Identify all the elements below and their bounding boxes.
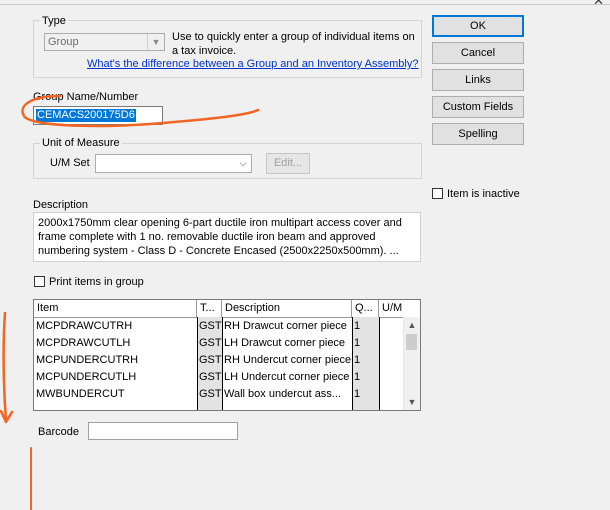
scroll-up-icon[interactable]: ▲ (404, 317, 420, 333)
group-name-label: Group Name/Number (33, 91, 139, 103)
header-um[interactable]: U/M (379, 300, 420, 317)
close-icon[interactable]: ✕ (593, 0, 604, 9)
table-row[interactable]: MCPDRAWCUTLH GST LH Drawcut corner piece… (34, 335, 404, 352)
cell-description: Wall box undercut ass... (224, 388, 341, 400)
um-set-label: U/M Set (50, 157, 90, 169)
type-selected-value: Group (48, 36, 79, 48)
custom-fields-button[interactable]: Custom Fields (432, 96, 524, 118)
description-textarea[interactable]: 2000x1750mm clear opening 6-part ductile… (33, 212, 421, 262)
header-tax[interactable]: T... (197, 300, 222, 317)
cell-um (379, 352, 404, 369)
window-top-edge (0, 0, 610, 5)
cell-description: LH Drawcut corner piece (224, 337, 346, 349)
cell-qty: 1 (354, 320, 361, 332)
cell-tax: GST (199, 354, 222, 366)
cell-item: MCPUNDERCUTRH (36, 354, 139, 366)
item-inactive-label: Item is inactive (447, 188, 520, 200)
cell-tax: GST (199, 337, 222, 349)
um-set-select[interactable]: ⌵ (95, 154, 252, 173)
description-label: Description (33, 199, 89, 211)
cell-item: MCPUNDERCUTLH (36, 371, 137, 383)
table-header: Item T... Description Q... U/M (34, 300, 420, 318)
links-button[interactable]: Links (432, 69, 524, 91)
cell-qty: 1 (354, 371, 361, 383)
group-vs-assembly-link[interactable]: What's the difference between a Group an… (87, 58, 418, 70)
table-row[interactable]: MCPUNDERCUTRH GST RH Undercut corner pie… (34, 352, 404, 369)
spelling-button[interactable]: Spelling (432, 123, 524, 145)
cell-um (379, 318, 404, 335)
table-row[interactable]: MWBUNDERCUT GST Wall box undercut ass...… (34, 386, 404, 403)
cell-item: MWBUNDERCUT (36, 388, 125, 400)
print-items-label: Print items in group (49, 276, 144, 288)
cell-tax: GST (199, 371, 222, 383)
print-items-checkbox[interactable] (34, 276, 45, 287)
cell-tax: GST (199, 320, 222, 332)
cell-description: RH Undercut corner piece (224, 354, 352, 366)
um-edit-button[interactable]: Edit... (266, 153, 310, 174)
unit-of-measure-legend: Unit of Measure (40, 137, 122, 149)
type-legend: Type (40, 15, 68, 27)
cell-qty: 1 (354, 388, 361, 400)
table-row[interactable]: MCPDRAWCUTRH GST RH Drawcut corner piece… (34, 318, 404, 335)
type-help-text: Use to quickly enter a group of individu… (172, 31, 415, 57)
cell-qty: 1 (354, 354, 361, 366)
item-inactive-checkbox[interactable] (432, 188, 443, 199)
table-scrollbar[interactable]: ▲ ▼ (403, 317, 420, 410)
scroll-down-icon[interactable]: ▼ (404, 394, 420, 410)
ok-button[interactable]: OK (432, 15, 524, 37)
table-row[interactable]: MCPUNDERCUTLH GST LH Undercut corner pie… (34, 369, 404, 386)
group-name-value: CEMACS200175D6 (36, 109, 136, 122)
cell-um (379, 335, 404, 352)
header-qty[interactable]: Q... (352, 300, 379, 317)
cell-qty: 1 (354, 337, 361, 349)
barcode-label: Barcode (38, 426, 79, 438)
cell-um (379, 369, 404, 386)
type-select[interactable]: Group ▼ (44, 33, 165, 51)
chevron-down-icon: ▼ (147, 34, 164, 50)
cell-item: MCPDRAWCUTLH (36, 337, 131, 349)
cell-description: LH Undercut corner piece (224, 371, 350, 383)
group-items-table[interactable]: Item T... Description Q... U/M MCPDRAWCU… (33, 299, 421, 411)
barcode-input[interactable] (88, 422, 238, 440)
annotation-arrow-head (0, 409, 14, 424)
header-description[interactable]: Description (222, 300, 352, 317)
cancel-button[interactable]: Cancel (432, 42, 524, 64)
cell-tax: GST (199, 388, 222, 400)
scrollbar-thumb[interactable] (406, 334, 417, 350)
chevron-down-icon: ⌵ (239, 158, 247, 168)
cell-um (379, 386, 404, 403)
annotation-arrow-line (2, 311, 8, 423)
cell-item: MCPDRAWCUTRH (36, 320, 133, 332)
header-item[interactable]: Item (34, 300, 197, 317)
cell-description: RH Drawcut corner piece (224, 320, 347, 332)
